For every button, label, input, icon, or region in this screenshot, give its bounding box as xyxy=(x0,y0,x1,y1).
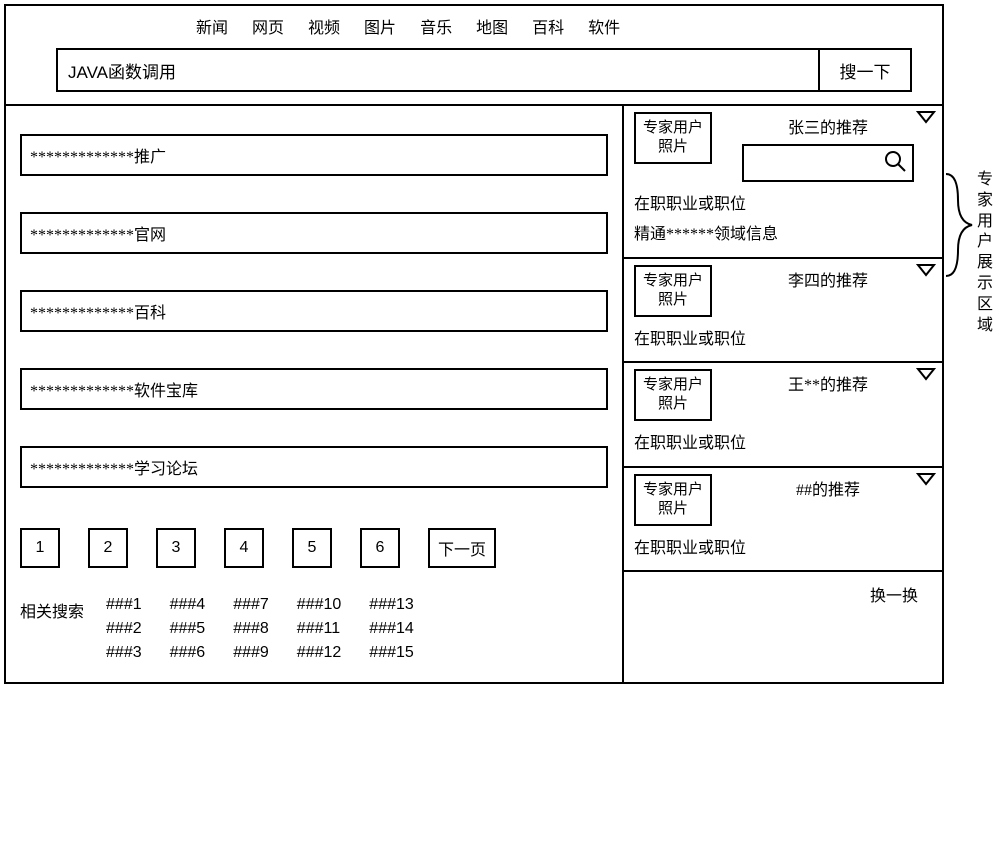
search-result[interactable]: *************百科 xyxy=(20,290,608,332)
related-item[interactable]: ###2 xyxy=(106,620,142,638)
related-column: ###4 ###5 ###6 xyxy=(170,596,206,662)
page-number[interactable]: 6 xyxy=(360,528,400,568)
expert-info: 在职职业或职位 xyxy=(634,325,934,355)
related-column: ###7 ###8 ###9 xyxy=(233,596,269,662)
related-item[interactable]: ###9 xyxy=(233,644,269,662)
pagination: 123456 下一页 xyxy=(20,528,608,568)
search-result[interactable]: *************推广 xyxy=(20,134,608,176)
related-column: ###10 ###11 ###12 xyxy=(297,596,342,662)
page-number[interactable]: 1 xyxy=(20,528,60,568)
expand-toggle-icon[interactable] xyxy=(916,263,936,282)
expert-card: 专家用户照片 ##的推荐在职职业或职位 xyxy=(624,466,942,570)
search-result[interactable]: *************软件宝库 xyxy=(20,368,608,410)
expert-title: 张三的推荐 xyxy=(788,114,868,138)
search-button[interactable]: 搜一下 xyxy=(820,48,912,92)
refresh-button[interactable]: 换一换 xyxy=(624,570,942,616)
page-number[interactable]: 3 xyxy=(156,528,196,568)
related-item[interactable]: ###7 xyxy=(233,596,269,614)
category-tab[interactable]: 软件 xyxy=(588,14,620,38)
results-column: *************推广 *************官网 **********… xyxy=(6,106,622,682)
related-item[interactable]: ###14 xyxy=(369,620,414,638)
category-tab[interactable]: 百科 xyxy=(532,14,564,38)
expand-toggle-icon[interactable] xyxy=(916,472,936,491)
related-label: 相关搜索 xyxy=(20,596,84,622)
related-item[interactable]: ###10 xyxy=(297,596,342,614)
expand-toggle-icon[interactable] xyxy=(916,367,936,386)
expert-card: 专家用户照片 李四的推荐在职职业或职位 xyxy=(624,257,942,361)
related-item[interactable]: ###6 xyxy=(170,644,206,662)
related-item[interactable]: ###3 xyxy=(106,644,142,662)
expert-info: 在职职业或职位精通******领域信息 xyxy=(634,190,934,251)
category-tabs: 新闻网页视频图片音乐地图百科软件 xyxy=(196,14,932,38)
category-tab[interactable]: 网页 xyxy=(252,14,284,38)
related-item[interactable]: ###15 xyxy=(369,644,414,662)
related-searches: 相关搜索 ###1###2###3###4###5###6###7###8###… xyxy=(20,596,608,662)
page-number[interactable]: 2 xyxy=(88,528,128,568)
search-result[interactable]: *************学习论坛 xyxy=(20,446,608,488)
expert-title: ##的推荐 xyxy=(796,476,860,500)
related-item[interactable]: ###12 xyxy=(297,644,342,662)
next-page-button[interactable]: 下一页 xyxy=(428,528,496,568)
related-column: ###1 ###2 ###3 xyxy=(106,596,142,662)
callout-brace xyxy=(944,170,974,280)
expert-photo-placeholder: 专家用户照片 xyxy=(634,474,712,526)
content-body: *************推广 *************官网 **********… xyxy=(6,106,942,682)
related-item[interactable]: ###5 xyxy=(170,620,206,638)
search-header: 新闻网页视频图片音乐地图百科软件 JAVA函数调用 搜一下 xyxy=(6,6,942,106)
expert-info: 在职职业或职位 xyxy=(634,534,934,564)
expert-card: 专家用户照片 王**的推荐在职职业或职位 xyxy=(624,361,942,465)
expert-panel: 专家用户照片张三的推荐在职职业或职位精通******领域信息专家用户照片李四的推… xyxy=(622,106,942,682)
category-tab[interactable]: 地图 xyxy=(476,14,508,38)
expert-photo-placeholder: 专家用户照片 xyxy=(634,265,712,317)
expert-card: 专家用户照片 张三的推荐在职职业或职位精通******领域信息 xyxy=(624,106,942,257)
search-input[interactable]: JAVA函数调用 xyxy=(56,48,820,92)
category-tab[interactable]: 图片 xyxy=(364,14,396,38)
page-number[interactable]: 5 xyxy=(292,528,332,568)
expert-title: 李四的推荐 xyxy=(788,267,868,291)
search-icon[interactable] xyxy=(882,148,908,179)
expert-area-label: 专家用户展示区域 xyxy=(976,170,994,336)
app-frame: 新闻网页视频图片音乐地图百科软件 JAVA函数调用 搜一下 **********… xyxy=(4,4,944,684)
related-item[interactable]: ###8 xyxy=(233,620,269,638)
related-item[interactable]: ###11 xyxy=(297,620,342,638)
related-item[interactable]: ###1 xyxy=(106,596,142,614)
expert-photo-placeholder: 专家用户照片 xyxy=(634,369,712,421)
related-column: ###13 ###14 ###15 xyxy=(369,596,414,662)
expert-search-input[interactable] xyxy=(742,144,914,182)
expand-toggle-icon[interactable] xyxy=(916,110,936,129)
search-row: JAVA函数调用 搜一下 xyxy=(56,48,912,92)
page-number[interactable]: 4 xyxy=(224,528,264,568)
category-tab[interactable]: 音乐 xyxy=(420,14,452,38)
expert-photo-placeholder: 专家用户照片 xyxy=(634,112,712,164)
category-tab[interactable]: 视频 xyxy=(308,14,340,38)
expert-title: 王**的推荐 xyxy=(788,371,868,395)
search-result[interactable]: *************官网 xyxy=(20,212,608,254)
related-item[interactable]: ###4 xyxy=(170,596,206,614)
related-item[interactable]: ###13 xyxy=(369,596,414,614)
category-tab[interactable]: 新闻 xyxy=(196,14,228,38)
expert-info: 在职职业或职位 xyxy=(634,429,934,459)
